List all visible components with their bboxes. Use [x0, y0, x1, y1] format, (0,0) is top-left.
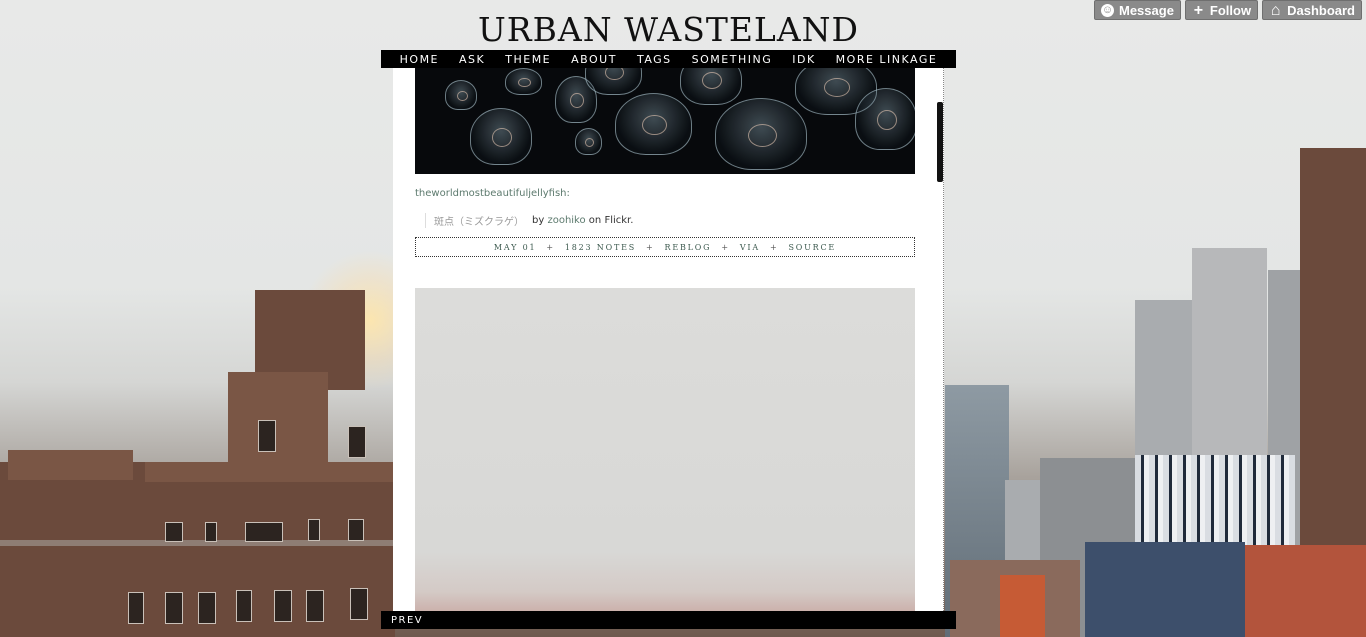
reblog-link[interactable]: REBLOG: [665, 243, 712, 252]
jellyfish-photo[interactable]: [415, 68, 915, 174]
post-meta-bar: MAY 01 + 1823 NOTES + REBLOG + VIA + SOU…: [415, 237, 915, 257]
source-link[interactable]: SOURCE: [789, 243, 837, 252]
scrollbar-thumb[interactable]: [937, 102, 943, 182]
nav-home[interactable]: HOME: [390, 53, 449, 66]
foggy-photo[interactable]: [415, 288, 915, 611]
photo-title-quote: 斑点（ミズクラゲ）: [425, 213, 524, 228]
nav-theme[interactable]: THEME: [495, 53, 561, 66]
post-caption: 斑点（ミズクラゲ） by zoohiko on Flickr.: [415, 213, 633, 228]
author-link[interactable]: zoohiko: [547, 215, 585, 226]
message-label: Message: [1119, 2, 1174, 18]
follow-button[interactable]: + Follow: [1184, 0, 1259, 20]
on-text: on: [588, 215, 602, 226]
prev-link[interactable]: PREV: [381, 615, 423, 626]
posts-column: theworldmostbeautifuljellyfish: 斑点（ミズクラゲ…: [393, 68, 944, 611]
blog-title[interactable]: URBAN WASTELAND: [381, 10, 956, 49]
nav-about[interactable]: ABOUT: [561, 53, 627, 66]
nav-something[interactable]: SOMETHING: [682, 53, 783, 66]
nav-more-linkage[interactable]: MORE LINKAGE: [826, 53, 948, 66]
plus-icon: +: [1193, 1, 1204, 19]
by-text: by: [532, 215, 545, 226]
post-date[interactable]: MAY 01: [494, 243, 536, 252]
message-button[interactable]: ☺ Message: [1094, 0, 1181, 20]
pagination-bar: PREV: [381, 611, 956, 629]
main-nav: HOME ASK THEME ABOUT TAGS SOMETHING IDK …: [381, 50, 956, 68]
follow-label: Follow: [1209, 2, 1252, 18]
home-icon: ⌂: [1270, 1, 1281, 19]
meta-separator: +: [769, 242, 779, 252]
meta-separator: +: [721, 242, 730, 252]
dashboard-button[interactable]: ⌂ Dashboard: [1262, 0, 1362, 20]
post-source-user[interactable]: theworldmostbeautifuljellyfish:: [415, 188, 570, 199]
meta-separator: +: [546, 242, 555, 252]
via-link[interactable]: VIA: [740, 243, 760, 252]
nav-idk[interactable]: IDK: [782, 53, 825, 66]
platform-link[interactable]: Flickr.: [604, 215, 633, 226]
post-notes[interactable]: 1823 NOTES: [565, 243, 636, 252]
nav-ask[interactable]: ASK: [449, 53, 495, 66]
nav-tags[interactable]: TAGS: [627, 53, 682, 66]
dashboard-label: Dashboard: [1287, 2, 1355, 18]
tumblr-controls: ☺ Message + Follow ⌂ Dashboard: [1094, 0, 1362, 20]
smiley-icon: ☺: [1101, 3, 1114, 17]
meta-separator: +: [646, 242, 655, 252]
